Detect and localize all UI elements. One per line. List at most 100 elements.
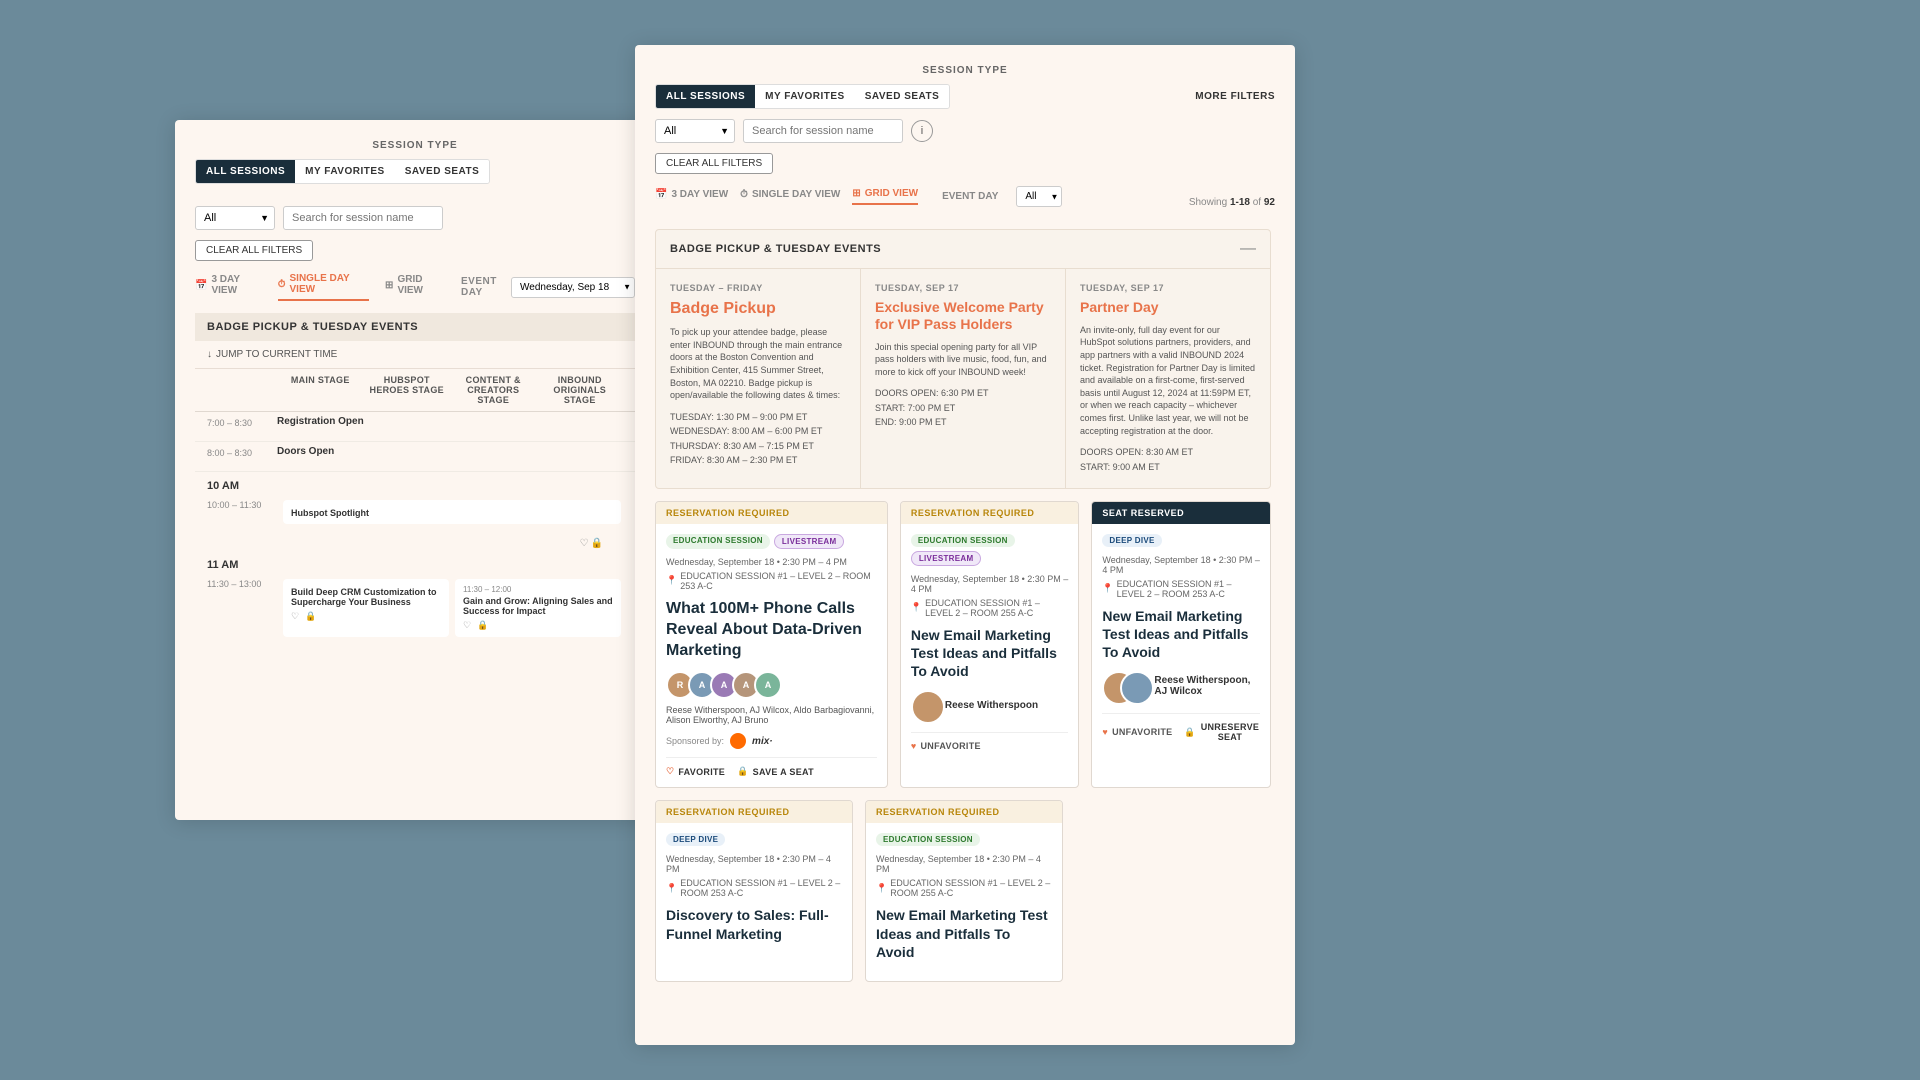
badge-section-header: BADGE PICKUP & TUESDAY EVENTS — xyxy=(656,230,1270,269)
session-gain-grow[interactable]: 11:30 – 12:00 Gain and Grow: Aligning Sa… xyxy=(455,579,621,637)
session-cards-row-1: RESERVATION REQUIRED EDUCATION SESSION L… xyxy=(655,501,1271,788)
right-panel: SESSION TYPE ALL SESSIONS MY FAVORITES S… xyxy=(635,45,1295,1045)
badge-pickup-card: TUESDAY – FRIDAY Badge Pickup To pick up… xyxy=(656,269,861,488)
time-1130-1300-a: 11:30 – 13:00 xyxy=(207,577,277,589)
partner-day-day: TUESDAY, SEP 17 xyxy=(1080,283,1256,293)
row2-card1-datetime: Wednesday, September 18 • 2:30 PM – 4 PM xyxy=(666,854,842,874)
card1-favorite-button[interactable]: ♡ FAVORITE xyxy=(666,766,725,777)
session-card-2: RESERVATION REQUIRED EDUCATION SESSION L… xyxy=(900,501,1080,788)
tab-my-favorites-right[interactable]: MY FAVORITES xyxy=(755,85,855,108)
left-event-day-select[interactable]: Wednesday, Sep 18 xyxy=(511,277,635,298)
calendar-icon-left: 📅 xyxy=(195,280,207,291)
card2-datetime: Wednesday, September 18 • 2:30 PM – 4 PM xyxy=(911,574,1069,594)
sponsor-logo-icon xyxy=(730,733,746,749)
session-hubspot-spotlight[interactable]: Hubspot Spotlight xyxy=(283,500,621,524)
heart-icon-3: ♥ xyxy=(1102,727,1108,737)
badge-pickup-day: TUESDAY – FRIDAY xyxy=(670,283,846,293)
view-tab-3day-left[interactable]: 📅 3 DAY VIEW xyxy=(195,274,262,300)
card3-tags: DEEP DIVE xyxy=(1102,534,1260,547)
row2-card1-body: DEEP DIVE Wednesday, September 18 • 2:30… xyxy=(656,823,852,962)
right-search-input[interactable] xyxy=(743,119,903,143)
card2-speaker-name: Reese Witherspoon xyxy=(945,700,1038,711)
row2-card1-header: RESERVATION REQUIRED xyxy=(656,801,852,823)
more-filters-button[interactable]: MORE FILTERS xyxy=(1195,91,1275,102)
card3-title: New Email Marketing Test Ideas and Pitfa… xyxy=(1102,607,1260,662)
card2-speaker-row: Reese Witherspoon xyxy=(911,690,1069,724)
time-7-830: 7:00 – 8:30 xyxy=(207,416,277,428)
welcome-party-title: Exclusive Welcome Party for VIP Pass Hol… xyxy=(875,299,1051,333)
left-event-day-label: EVENT DAY xyxy=(461,276,505,298)
card1-tag-live: LIVESTREAM xyxy=(774,534,845,549)
right-clear-filters-button[interactable]: CLEAR ALL FILTERS xyxy=(655,153,773,174)
view-tab-singleday-left[interactable]: ⏱ SINGLE DAY VIEW xyxy=(278,273,369,301)
view-tab-singleday-right[interactable]: ⏱ SINGLE DAY VIEW xyxy=(740,189,840,204)
badge-pickup-desc: To pick up your attendee badge, please e… xyxy=(670,326,846,402)
stage-inbound: INBOUND ORIGINALS STAGE xyxy=(537,375,624,405)
right-view-tabs: 📅 3 DAY VIEW ⏱ SINGLE DAY VIEW ⊞ GRID VI… xyxy=(655,186,1062,207)
card3-speaker-row: Reese Witherspoon, AJ Wilcox xyxy=(1102,671,1260,705)
card2-tags: EDUCATION SESSION LIVESTREAM xyxy=(911,534,1069,566)
grid-icon-left: ⊞ xyxy=(385,280,393,291)
row2-card2-location: 📍 EDUCATION SESSION #1 – LEVEL 2 – ROOM … xyxy=(876,878,1052,898)
right-event-day-select[interactable]: All xyxy=(1016,186,1062,207)
badge-cards: TUESDAY – FRIDAY Badge Pickup To pick up… xyxy=(656,269,1270,488)
view-tab-grid-right[interactable]: ⊞ GRID VIEW xyxy=(852,188,918,205)
row2-card1-location: 📍 EDUCATION SESSION #1 – LEVEL 2 – ROOM … xyxy=(666,878,842,898)
tab-all-sessions-left[interactable]: ALL SESSIONS xyxy=(196,160,295,183)
row2-card2-title: New Email Marketing Test Ideas and Pitfa… xyxy=(876,906,1052,961)
session-cards-row-2: RESERVATION REQUIRED DEEP DIVE Wednesday… xyxy=(655,800,1271,982)
card2-actions: ♥ UNFAVORITE xyxy=(911,732,1069,751)
card1-tag-edu: EDUCATION SESSION xyxy=(666,534,770,549)
row2-card1-tags: DEEP DIVE xyxy=(666,833,842,846)
badge-section: BADGE PICKUP & TUESDAY EVENTS — TUESDAY … xyxy=(655,229,1271,489)
collapse-icon[interactable]: — xyxy=(1240,240,1256,258)
session-card-1: RESERVATION REQUIRED EDUCATION SESSION L… xyxy=(655,501,888,788)
heart-icon-2: ♥ xyxy=(911,741,917,751)
partner-day-times: DOORS OPEN: 8:30 AM ET START: 9:00 AM ET xyxy=(1080,445,1256,474)
lock-icon-session2: 🔒 xyxy=(305,611,316,622)
left-session-type-select[interactable]: All xyxy=(195,206,275,230)
jump-to-current-time[interactable]: ↓ JUMP TO CURRENT TIME xyxy=(195,341,635,369)
tab-all-sessions-right[interactable]: ALL SESSIONS xyxy=(656,85,755,108)
info-button[interactable]: i xyxy=(911,120,933,142)
tab-saved-seats-right[interactable]: SAVED SEATS xyxy=(855,85,950,108)
right-session-type-select[interactable]: All xyxy=(655,119,735,143)
stage-main: MAIN STAGE xyxy=(277,375,364,405)
schedule-row-registration: 7:00 – 8:30 Registration Open xyxy=(195,412,635,442)
welcome-party-desc: Join this special opening party for all … xyxy=(875,341,1051,379)
heart-icon-small: ♡ xyxy=(580,538,589,549)
lock-icon-session3: 🔒 xyxy=(477,620,488,631)
card3-unreserve-button[interactable]: 🔒 UNRESERVE SEAT xyxy=(1184,722,1260,742)
time-10-1130: 10:00 – 11:30 xyxy=(207,498,277,510)
tab-my-favorites-left[interactable]: MY FAVORITES xyxy=(295,160,395,183)
clock-icon-right: ⏱ xyxy=(740,189,748,200)
row2-empty-card xyxy=(1075,800,1271,982)
heart-icon-1: ♡ xyxy=(666,766,674,777)
card2-location: 📍 EDUCATION SESSION #1 – LEVEL 2 – ROOM … xyxy=(911,598,1069,618)
left-panel: SESSION TYPE ALL SESSIONS MY FAVORITES S… xyxy=(175,120,655,820)
row2-card1-title: Discovery to Sales: Full-Funnel Marketin… xyxy=(666,906,842,942)
row2-card1-tag-deep: DEEP DIVE xyxy=(666,833,725,846)
heart-icon-session2: ♡ xyxy=(291,611,299,622)
left-clear-filters-button[interactable]: CLEAR ALL FILTERS xyxy=(195,240,313,261)
card3-tag-deep: DEEP DIVE xyxy=(1102,534,1161,547)
row2-session-card-1: RESERVATION REQUIRED DEEP DIVE Wednesday… xyxy=(655,800,853,982)
card1-sponsor-row: Sponsored by: mix· xyxy=(666,733,877,749)
welcome-party-card: TUESDAY, SEP 17 Exclusive Welcome Party … xyxy=(861,269,1066,488)
card1-save-seat-button[interactable]: 🔒 SAVE A SEAT xyxy=(737,766,814,777)
view-tab-grid-left[interactable]: ⊞ GRID VIEW xyxy=(385,274,445,300)
card2-header-band: RESERVATION REQUIRED xyxy=(901,502,1079,524)
card3-body: DEEP DIVE Wednesday, September 18 • 2:30… xyxy=(1092,524,1270,753)
card3-datetime: Wednesday, September 18 • 2:30 PM – 4 PM xyxy=(1102,555,1260,575)
card3-actions: ♥ UNFAVORITE 🔒 UNRESERVE SEAT xyxy=(1102,713,1260,742)
card1-location: 📍 EDUCATION SESSION #1 – LEVEL 2 – ROOM … xyxy=(666,571,877,591)
view-tab-3day-right[interactable]: 📅 3 DAY VIEW xyxy=(655,189,728,204)
location-icon-row2-1: 📍 xyxy=(666,883,677,894)
row2-card2-datetime: Wednesday, September 18 • 2:30 PM – 4 PM xyxy=(876,854,1052,874)
heart-icon-session3: ♡ xyxy=(463,620,471,631)
card2-unfavorite-button[interactable]: ♥ UNFAVORITE xyxy=(911,741,981,751)
session-build-crm[interactable]: Build Deep CRM Customization to Supercha… xyxy=(283,579,449,637)
card3-unfavorite-button[interactable]: ♥ UNFAVORITE xyxy=(1102,722,1172,742)
tab-saved-seats-left[interactable]: SAVED SEATS xyxy=(395,160,490,183)
left-search-input[interactable] xyxy=(283,206,443,230)
